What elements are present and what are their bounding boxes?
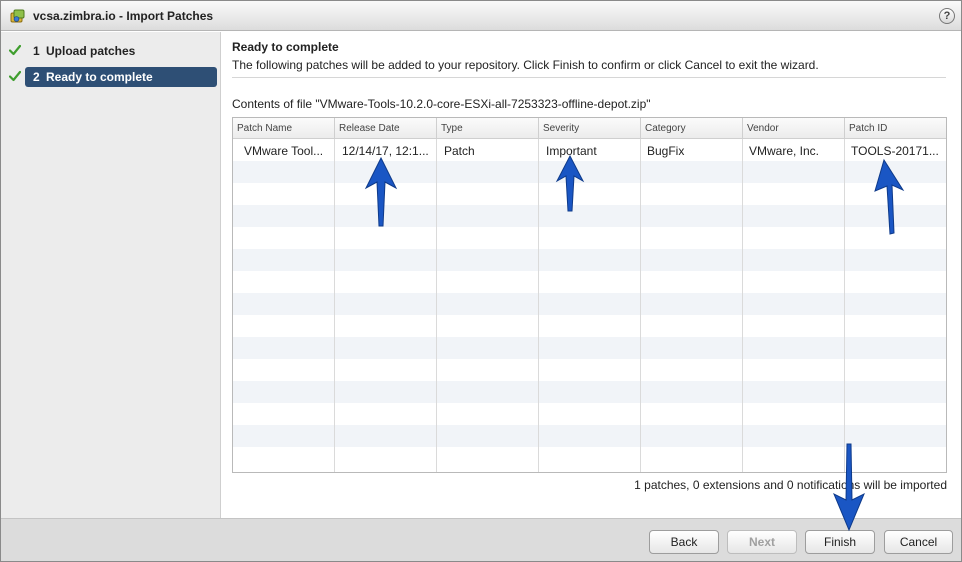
title-bar: vcsa.zimbra.io - Import Patches ? (1, 1, 961, 31)
patches-table: Patch Name Release Date Type Severity Ca… (232, 117, 947, 473)
step-upload-patches[interactable]: 1 Upload patches (25, 41, 217, 61)
import-summary: 1 patches, 0 extensions and 0 notificati… (634, 478, 947, 492)
column-divider (436, 139, 437, 472)
column-divider (538, 139, 539, 472)
page-title: Ready to complete (232, 40, 339, 54)
finish-button[interactable]: Finish (805, 530, 875, 554)
empty-row (233, 359, 946, 381)
empty-row (233, 249, 946, 271)
column-header-vendor[interactable]: Vendor (743, 118, 845, 139)
cell-patch-name: VMware Tool... (244, 144, 324, 158)
empty-row (233, 315, 946, 337)
annotation-arrow-up-icon (364, 156, 398, 227)
page-description: The following patches will be added to y… (232, 58, 819, 72)
annotation-arrow-up-icon (874, 158, 905, 235)
column-divider (640, 139, 641, 472)
empty-row (233, 337, 946, 359)
empty-row (233, 271, 946, 293)
import-patches-dialog: vcsa.zimbra.io - Import Patches ? 1 Uplo… (0, 0, 962, 562)
back-button[interactable]: Back (649, 530, 719, 554)
window-title: vcsa.zimbra.io - Import Patches (33, 9, 214, 23)
file-contents-label: Contents of file "VMware-Tools-10.2.0-co… (232, 97, 651, 111)
column-header-patch-id[interactable]: Patch ID (845, 118, 946, 139)
column-header-category[interactable]: Category (641, 118, 743, 139)
annotation-arrow-down-icon (833, 443, 865, 532)
step-number: 2 (33, 70, 40, 84)
step-number: 1 (33, 44, 40, 58)
vsphere-patch-icon (10, 9, 25, 23)
step-label: Upload patches (46, 44, 136, 58)
column-header-patch-name[interactable]: Patch Name (233, 118, 335, 139)
empty-row (233, 403, 946, 425)
column-divider (844, 139, 845, 472)
empty-row (233, 205, 946, 227)
column-header-type[interactable]: Type (437, 118, 539, 139)
empty-row (233, 161, 946, 183)
next-button: Next (727, 530, 797, 554)
annotation-arrow-up-icon (555, 154, 585, 212)
table-header: Patch Name Release Date Type Severity Ca… (233, 118, 946, 139)
empty-row (233, 381, 946, 403)
check-icon (9, 44, 21, 56)
column-header-severity[interactable]: Severity (539, 118, 641, 139)
step-ready-to-complete[interactable]: 2 Ready to complete (25, 67, 217, 87)
cell-type: Patch (444, 144, 475, 158)
divider (232, 77, 946, 78)
wizard-steps-sidebar: 1 Upload patches 2 Ready to complete (1, 32, 221, 518)
empty-row (233, 183, 946, 205)
help-icon[interactable]: ? (939, 8, 955, 24)
column-header-release-date[interactable]: Release Date (335, 118, 437, 139)
empty-row (233, 293, 946, 315)
column-divider (742, 139, 743, 472)
cell-vendor: VMware, Inc. (749, 144, 820, 158)
cell-category: BugFix (647, 144, 685, 158)
column-divider (334, 139, 335, 472)
step-label: Ready to complete (46, 70, 153, 84)
empty-row (233, 227, 946, 249)
wizard-footer: Back Next Finish Cancel (1, 518, 961, 561)
check-icon (9, 70, 21, 82)
cancel-button[interactable]: Cancel (884, 530, 953, 554)
